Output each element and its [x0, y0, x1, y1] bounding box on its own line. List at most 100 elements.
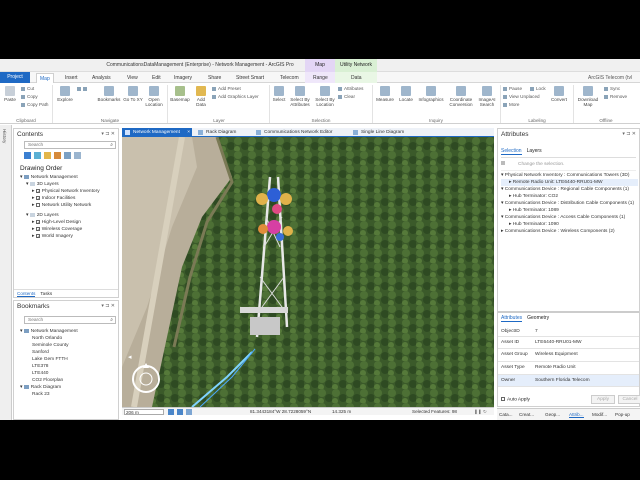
list-by-data-source-icon[interactable] [34, 152, 41, 159]
layer-checkbox[interactable] [35, 202, 40, 207]
cut-button[interactable]: Cut [21, 86, 34, 92]
basemap-button[interactable]: Basemap [169, 86, 191, 102]
layer-network-utility-network[interactable]: ▸ Network Utility Network [20, 202, 100, 209]
close-icon[interactable]: × [187, 128, 190, 137]
layer-checkbox[interactable]: ✓ [35, 188, 40, 193]
group-3d-node[interactable]: ▾ 3D Layers [20, 181, 100, 188]
tab-tasks[interactable]: Tasks [40, 291, 52, 296]
select-button[interactable]: Select [271, 86, 287, 102]
map-node[interactable]: ▾ Network Management [20, 174, 100, 181]
bookmark-item[interactable]: Sanford [20, 349, 78, 356]
field-value[interactable]: Southern Florida Telecom [535, 378, 590, 383]
selection-feature-node[interactable]: ▸ Remote Radio Unit: LTE6440-RRU01-MW [501, 179, 638, 186]
attribute-row[interactable]: ObjectID 7 [498, 326, 639, 337]
zoom-tools[interactable] [77, 86, 89, 92]
selection-layer-node[interactable]: ▾ Physical Network Inventory : Communica… [501, 172, 638, 179]
download-map-button[interactable]: Download Map [575, 86, 601, 107]
attribute-row[interactable]: Owner Southern Florida Telecom [498, 375, 639, 387]
tab-range[interactable]: Range [310, 73, 331, 83]
open-location-button[interactable]: Open Location [144, 86, 164, 107]
tab-insert[interactable]: Insert [62, 73, 81, 83]
bookmark-group-network-management[interactable]: ▾ Network Management [20, 328, 78, 335]
cancel-button[interactable]: Cancel [618, 395, 640, 404]
remove-button[interactable]: Remove [604, 94, 627, 100]
user-account[interactable]: ArcGIS Telecom (tvl Telecom Portal) [585, 73, 640, 91]
lock-labeling-button[interactable]: Lock [530, 86, 546, 92]
group-2d-node[interactable]: ▾ 2D Layers [20, 212, 100, 219]
layer-checkbox[interactable]: ✓ [35, 233, 40, 238]
bookmark-item[interactable]: CO2 Floorplan [20, 377, 78, 384]
more-labeling-button[interactable]: More [503, 102, 519, 108]
tab-selection[interactable]: Selection [501, 148, 522, 155]
snapping-icon[interactable] [186, 409, 192, 415]
add-preset-button[interactable]: Add Preset [212, 86, 241, 92]
layer-world-imagery[interactable]: ▸ ✓ World Imagery [20, 233, 100, 240]
attribute-row[interactable]: Asset Group Wireless Equipment [498, 349, 639, 362]
bookmark-item[interactable]: LTE378 [20, 363, 78, 370]
tab-analysis[interactable]: Analysis [89, 73, 114, 83]
bookmark-item[interactable]: Lake Gem FTTH [20, 356, 78, 363]
tab-catalog[interactable]: Cata... [499, 412, 513, 417]
bookmarks-button[interactable]: Bookmarks [96, 86, 122, 102]
tab-attributes[interactable]: Attributes [501, 315, 523, 322]
tab-street-smart[interactable]: Street Smart [233, 73, 267, 83]
contents-search-input[interactable]: Search ⌕ [24, 141, 116, 149]
selection-feature-node[interactable]: ▸ Hub Terminator: 1089 [501, 207, 638, 214]
tab-network-management-view[interactable]: Network Management × [122, 128, 192, 137]
clear-selection-button[interactable]: Clear [338, 94, 355, 100]
infographics-button[interactable]: Infographics [416, 86, 446, 102]
bookmark-item[interactable]: North Orlando [20, 335, 78, 342]
selection-layer-node[interactable]: ▾ Communications Device : Access Cable C… [501, 214, 638, 221]
pause-drawing-icon[interactable]: ❚❚ ↻ [474, 409, 487, 415]
map-view[interactable]: ◂ [122, 137, 494, 407]
selection-feature-node[interactable]: ▸ Hub Terminator: 1090 [501, 221, 638, 228]
pane-controls[interactable]: ▾ ⊐ ✕ [101, 303, 115, 309]
tab-view[interactable]: View [124, 73, 141, 83]
splitter[interactable] [498, 311, 639, 313]
locate-button[interactable]: Locate [397, 86, 415, 102]
table-icon[interactable] [177, 409, 183, 415]
bookmark-item[interactable]: Rack 23 [20, 391, 78, 398]
tab-rack-diagram-view[interactable]: Rack Diagram [195, 128, 255, 137]
add-data-button[interactable]: Add Data [192, 86, 210, 107]
tab-modify-features[interactable]: Modif... [592, 412, 607, 417]
layer-checkbox[interactable]: ✓ [35, 195, 40, 200]
pane-controls[interactable]: ▾ ⊐ ✕ [101, 131, 115, 137]
apply-button[interactable]: Apply [591, 395, 615, 404]
copy-button[interactable]: Copy [21, 94, 38, 100]
field-value[interactable]: LTE6440-RRU01-MW [535, 340, 582, 345]
selection-feature-node[interactable]: ▸ Hub Terminator: CO2 [501, 193, 638, 200]
layer-indoor-facilities[interactable]: ▸ ✓ Indoor Facilities [20, 195, 100, 202]
go-to-xy-button[interactable]: Go To XY [123, 86, 143, 102]
tab-create-features[interactable]: Creat... [519, 412, 534, 417]
tab-single-line-diagram-view[interactable]: Single Line Diagram [350, 128, 430, 137]
tab-share[interactable]: Share [205, 73, 224, 83]
select-by-attributes-button[interactable]: Select By Attributes [288, 86, 312, 107]
paste-button[interactable]: Paste [2, 86, 18, 102]
select-by-location-button[interactable]: Select By Location [313, 86, 337, 107]
list-by-snapping-icon[interactable] [64, 152, 71, 159]
layer-high-level-design[interactable]: ▸ ✓ High-Level Design [20, 219, 100, 226]
field-value[interactable]: Remote Radio Unit [535, 365, 576, 370]
checkbox[interactable] [501, 397, 505, 401]
bookmark-item[interactable]: LTE440 [20, 370, 78, 377]
auto-apply-checkbox[interactable]: Auto Apply [501, 397, 530, 402]
tab-layers[interactable]: Layers [527, 148, 542, 154]
grid-icon[interactable] [168, 409, 174, 415]
copy-path-button[interactable]: Copy Path [21, 102, 48, 108]
explore-button[interactable]: Explore [56, 86, 74, 102]
tab-geoprocessing[interactable]: Geop... [545, 412, 560, 417]
layer-wireless-coverage[interactable]: ▸ ✓ Wireless Coverage [20, 226, 100, 233]
add-graphics-layer-button[interactable]: Add Graphics Layer [212, 94, 259, 100]
field-value[interactable]: Wireless Equipment [535, 352, 578, 357]
list-by-drawing-order-icon[interactable] [24, 152, 31, 159]
pause-labeling-button[interactable]: Pause [503, 86, 522, 92]
list-by-selection-icon[interactable] [44, 152, 51, 159]
list-by-editing-icon[interactable] [54, 152, 61, 159]
measure-button[interactable]: Measure [374, 86, 396, 102]
bookmark-group-rack-diagram[interactable]: ▾ Rack Diagram [20, 384, 78, 391]
view-unplaced-button[interactable]: View Unplaced [503, 94, 540, 100]
layer-checkbox[interactable]: ✓ [35, 226, 40, 231]
tab-geometry[interactable]: Geometry [527, 315, 549, 321]
attributes-button[interactable]: Attributes [338, 86, 363, 92]
